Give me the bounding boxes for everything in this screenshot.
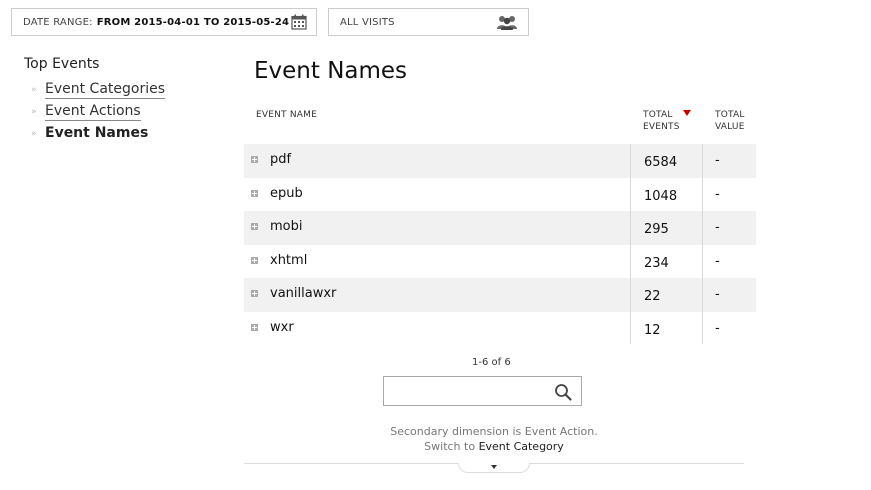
column-header-label: EVENT NAME <box>256 110 317 120</box>
total-value-cell: - <box>715 186 720 202</box>
event-name-cell: epub <box>270 185 303 201</box>
search-icon[interactable] <box>554 383 572 401</box>
event-name-cell: vanillawxr <box>270 286 337 301</box>
segment-label: ALL VISITS <box>340 16 395 28</box>
total-value-cell: - <box>715 220 720 235</box>
sidebar-item-event-actions[interactable]: » Event Actions <box>31 103 141 121</box>
search-input[interactable] <box>388 381 552 403</box>
date-range-label: DATE RANGE: <box>23 16 93 28</box>
bullet-icon: » <box>31 85 37 95</box>
expand-footer-toggle[interactable] <box>458 463 530 473</box>
event-name-cell: wxr <box>270 319 294 335</box>
column-header-label: EVENTS <box>643 122 680 132</box>
sidebar-item-event-names[interactable]: » Event Names <box>31 125 148 142</box>
total-events-cell: 12 <box>644 322 661 338</box>
bullet-icon: » <box>31 128 37 139</box>
expand-row-icon[interactable] <box>251 223 258 230</box>
total-events-cell: 295 <box>644 222 669 237</box>
column-header-total-events[interactable]: TOTAL EVENTS <box>643 109 680 133</box>
expand-row-icon[interactable] <box>251 189 258 197</box>
sidebar-item-label[interactable]: Event Names <box>45 125 148 142</box>
sidebar-item-event-categories[interactable]: » Event Categories <box>31 81 166 99</box>
expand-row-icon[interactable] <box>251 256 258 264</box>
column-header-label: VALUE <box>715 122 745 132</box>
date-range-selector[interactable]: DATE RANGE: FROM 2015-04-01 TO 2015-05-2… <box>11 8 317 36</box>
total-events-cell: 234 <box>644 255 669 271</box>
calendar-icon[interactable] <box>291 14 307 30</box>
table-row[interactable]: pdf 6584 - <box>244 144 756 178</box>
total-value-cell: - <box>715 287 720 302</box>
table-row[interactable]: epub 1048 - <box>244 178 756 212</box>
switch-to-event-category-link[interactable]: Event Category <box>479 440 564 453</box>
total-value-cell: - <box>715 153 720 168</box>
total-value-cell: - <box>715 253 720 269</box>
event-name-cell: mobi <box>270 219 303 234</box>
pagination-info: 1-6 of 6 <box>472 357 511 368</box>
switch-dimension-line: Switch to Event Category <box>244 439 744 454</box>
table-row[interactable]: wxr 12 - <box>244 312 756 346</box>
total-value-cell: - <box>715 320 720 336</box>
people-icon <box>497 16 517 30</box>
table-row[interactable]: mobi 295 - <box>244 211 756 245</box>
sidebar-title: Top Events <box>24 56 100 72</box>
total-events-cell: 22 <box>644 289 661 304</box>
secondary-dimension-text: Secondary dimension is Event Action. <box>390 425 598 438</box>
table-search-field[interactable] <box>383 376 582 406</box>
column-header-event-name[interactable]: EVENT NAME <box>256 109 317 121</box>
table-row[interactable]: vanillawxr 22 - <box>244 278 756 312</box>
sidebar-item-label[interactable]: Event Categories <box>45 81 166 99</box>
sidebar-item-label[interactable]: Event Actions <box>45 103 141 121</box>
column-header-total-value[interactable]: TOTAL VALUE <box>715 109 745 133</box>
event-name-cell: xhtml <box>270 252 308 268</box>
secondary-dimension-note: Secondary dimension is Event Action. Swi… <box>244 424 744 454</box>
column-divider <box>702 144 703 344</box>
total-events-cell: 1048 <box>644 188 678 204</box>
event-name-cell: pdf <box>270 152 292 167</box>
switch-prefix: Switch to <box>424 440 479 453</box>
event-names-table: pdf 6584 - epub 1048 - mobi 295 - xhtml … <box>244 144 756 345</box>
expand-row-icon[interactable] <box>251 290 258 297</box>
expand-row-icon[interactable] <box>251 156 258 163</box>
expand-row-icon[interactable] <box>251 323 258 331</box>
column-header-label: TOTAL <box>715 110 745 120</box>
total-events-cell: 6584 <box>644 155 678 170</box>
column-header-label: TOTAL <box>643 110 673 120</box>
chevron-down-icon <box>491 465 497 469</box>
column-divider <box>630 144 631 344</box>
table-row[interactable]: xhtml 234 - <box>244 245 756 279</box>
date-range-value: FROM 2015-04-01 TO 2015-05-24 <box>96 16 290 28</box>
sort-desc-icon <box>683 110 691 116</box>
bullet-icon: » <box>31 107 37 117</box>
segment-selector[interactable]: ALL VISITS <box>328 8 529 36</box>
page-title: Event Names <box>254 58 408 84</box>
